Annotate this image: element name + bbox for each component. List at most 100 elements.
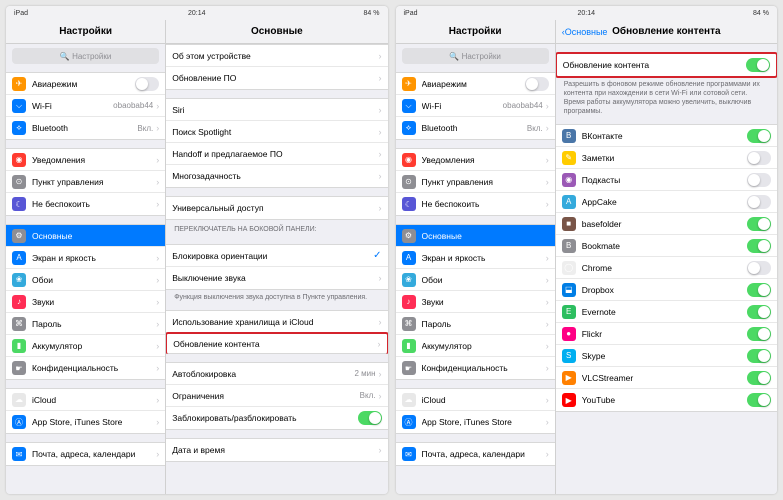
sidebar-item[interactable]: ☁iCloud› [6,389,165,411]
toggle[interactable] [135,77,159,91]
section-footer: Разрешить в фоновом режиме обновление пр… [556,77,777,116]
sidebar-item[interactable]: ♪Звуки› [396,291,555,313]
chevron-icon: › [546,319,549,329]
sidebar-item[interactable]: ⟡BluetoothВкл.› [396,117,555,139]
settings-row[interactable]: Выключение звука› [166,267,387,289]
sidebar-item[interactable]: ✉Почта, адреса, календари› [396,443,555,465]
sidebar[interactable]: 🔍 Настройки ✈Авиарежим⌵Wi-Fiobaobab44›⟡Bl… [396,44,556,494]
chevron-icon: › [379,317,382,327]
settings-row[interactable]: Об этом устройстве› [166,45,387,67]
toggle[interactable] [358,411,382,425]
settings-row[interactable]: Автоблокировка2 мин› [166,363,387,385]
sidebar-item[interactable]: ⌘Пароль› [396,313,555,335]
settings-row[interactable]: Многозадачность› [166,165,387,187]
toggle[interactable] [525,77,549,91]
app-toggle-row[interactable]: ▶VLCStreamer [556,367,777,389]
sidebar-item[interactable]: ♪Звуки› [6,291,165,313]
settings-row[interactable]: ОграниченияВкл.› [166,385,387,407]
sidebar-item[interactable]: AЭкран и яркость› [396,247,555,269]
toggle[interactable] [746,58,770,72]
app-toggle-row[interactable]: ◯Chrome [556,257,777,279]
toggle[interactable] [747,195,771,209]
sidebar-item[interactable]: ☛Конфиденциальность› [6,357,165,379]
app-icon: ✉ [402,447,416,461]
main-panel[interactable]: Обновление контентаРазрешить в фоновом р… [556,44,777,494]
chevron-icon: › [379,273,382,283]
sidebar-item[interactable]: ❀Обои› [396,269,555,291]
toggle[interactable] [747,151,771,165]
app-toggle-row[interactable]: ✎Заметки [556,147,777,169]
sidebar-item[interactable]: ⌵Wi-Fiobaobab44› [396,95,555,117]
app-toggle-row[interactable]: BBookmate [556,235,777,257]
chevron-icon: › [156,341,159,351]
settings-row[interactable]: Siri› [166,99,387,121]
settings-row[interactable]: Обновление контента› [166,332,387,354]
settings-row[interactable]: Универсальный доступ› [166,197,387,219]
toggle[interactable] [747,217,771,231]
sidebar-item[interactable]: ☾Не беспокоить› [396,193,555,215]
toggle[interactable] [747,239,771,253]
sidebar-item[interactable]: ⊙Пункт управления› [396,171,555,193]
sidebar-item[interactable]: ▮Аккумулятор› [396,335,555,357]
app-icon: ☁ [12,393,26,407]
sidebar-item[interactable]: ☛Конфиденциальность› [396,357,555,379]
sidebar[interactable]: 🔍 Настройки ✈Авиарежим⌵Wi-Fiobaobab44›⟡Bl… [6,44,166,494]
chevron-icon: › [546,101,549,111]
sidebar-item[interactable]: ☁iCloud› [396,389,555,411]
back-button[interactable]: ‹ Основные [562,27,608,37]
settings-row[interactable]: Дата и время› [166,439,387,461]
sidebar-item[interactable]: ⌘Пароль› [6,313,165,335]
sidebar-item[interactable]: AЭкран и яркость› [6,247,165,269]
sidebar-item[interactable]: ⒶApp Store, iTunes Store› [6,411,165,433]
chevron-icon: › [156,177,159,187]
settings-row[interactable]: Использование хранилища и iCloud› [166,311,387,333]
toggle[interactable] [747,393,771,407]
sidebar-item[interactable]: ◉Уведомления› [6,149,165,171]
app-toggle-row[interactable]: ◉Подкасты [556,169,777,191]
sidebar-item[interactable]: ✈Авиарежим [396,73,555,95]
sidebar-item[interactable]: ⟡BluetoothВкл.› [6,117,165,139]
master-toggle-row[interactable]: Обновление контента [557,54,776,76]
settings-row[interactable]: Поиск Spotlight› [166,121,387,143]
sidebar-item[interactable]: ⚙Основные [6,225,165,247]
app-toggle-row[interactable]: SSkype [556,345,777,367]
app-icon: ▶ [562,393,576,407]
app-toggle-row[interactable]: EEvernote [556,301,777,323]
app-toggle-row[interactable]: AAppCake [556,191,777,213]
app-icon: A [562,195,576,209]
app-toggle-row[interactable]: ●Flickr [556,323,777,345]
settings-row[interactable]: Handoff и предлагаемое ПО› [166,143,387,165]
toggle[interactable] [747,129,771,143]
app-toggle-row[interactable]: ⬓Dropbox [556,279,777,301]
sidebar-item[interactable]: ⊙Пункт управления› [6,171,165,193]
app-toggle-row[interactable]: ■basefolder [556,213,777,235]
main-panel[interactable]: Об этом устройстве›Обновление ПО› Siri›По… [166,44,387,494]
toggle[interactable] [747,283,771,297]
sidebar-item[interactable]: ⒶApp Store, iTunes Store› [396,411,555,433]
toggle[interactable] [747,305,771,319]
section-header: Переключатель на боковой панели: [166,220,387,236]
toggle[interactable] [747,371,771,385]
settings-row[interactable]: Обновление ПО› [166,67,387,89]
settings-row[interactable]: Блокировка ориентации✓ [166,245,387,267]
app-toggle-row[interactable]: ▶YouTube [556,389,777,411]
sidebar-item[interactable]: ☾Не беспокоить› [6,193,165,215]
toggle[interactable] [747,349,771,363]
toggle[interactable] [747,173,771,187]
app-icon: ⌵ [12,99,26,113]
sidebar-item[interactable]: ⌵Wi-Fiobaobab44› [6,95,165,117]
search-input[interactable]: 🔍 Настройки [402,48,549,64]
toggle[interactable] [747,261,771,275]
search-input[interactable]: 🔍 Настройки [12,48,159,64]
sidebar-item[interactable]: ▮Аккумулятор› [6,335,165,357]
sidebar-item[interactable]: ✈Авиарежим [6,73,165,95]
app-toggle-row[interactable]: BВКонтакте [556,125,777,147]
sidebar-item[interactable]: ◉Уведомления› [396,149,555,171]
toggle[interactable] [747,327,771,341]
chevron-icon: › [546,275,549,285]
sidebar-item[interactable]: ❀Обои› [6,269,165,291]
sidebar-item[interactable]: ✉Почта, адреса, календари› [6,443,165,465]
sidebar-item[interactable]: ⚙Основные [396,225,555,247]
app-icon: ✈ [402,77,416,91]
settings-row[interactable]: Заблокировать/разблокировать [166,407,387,429]
